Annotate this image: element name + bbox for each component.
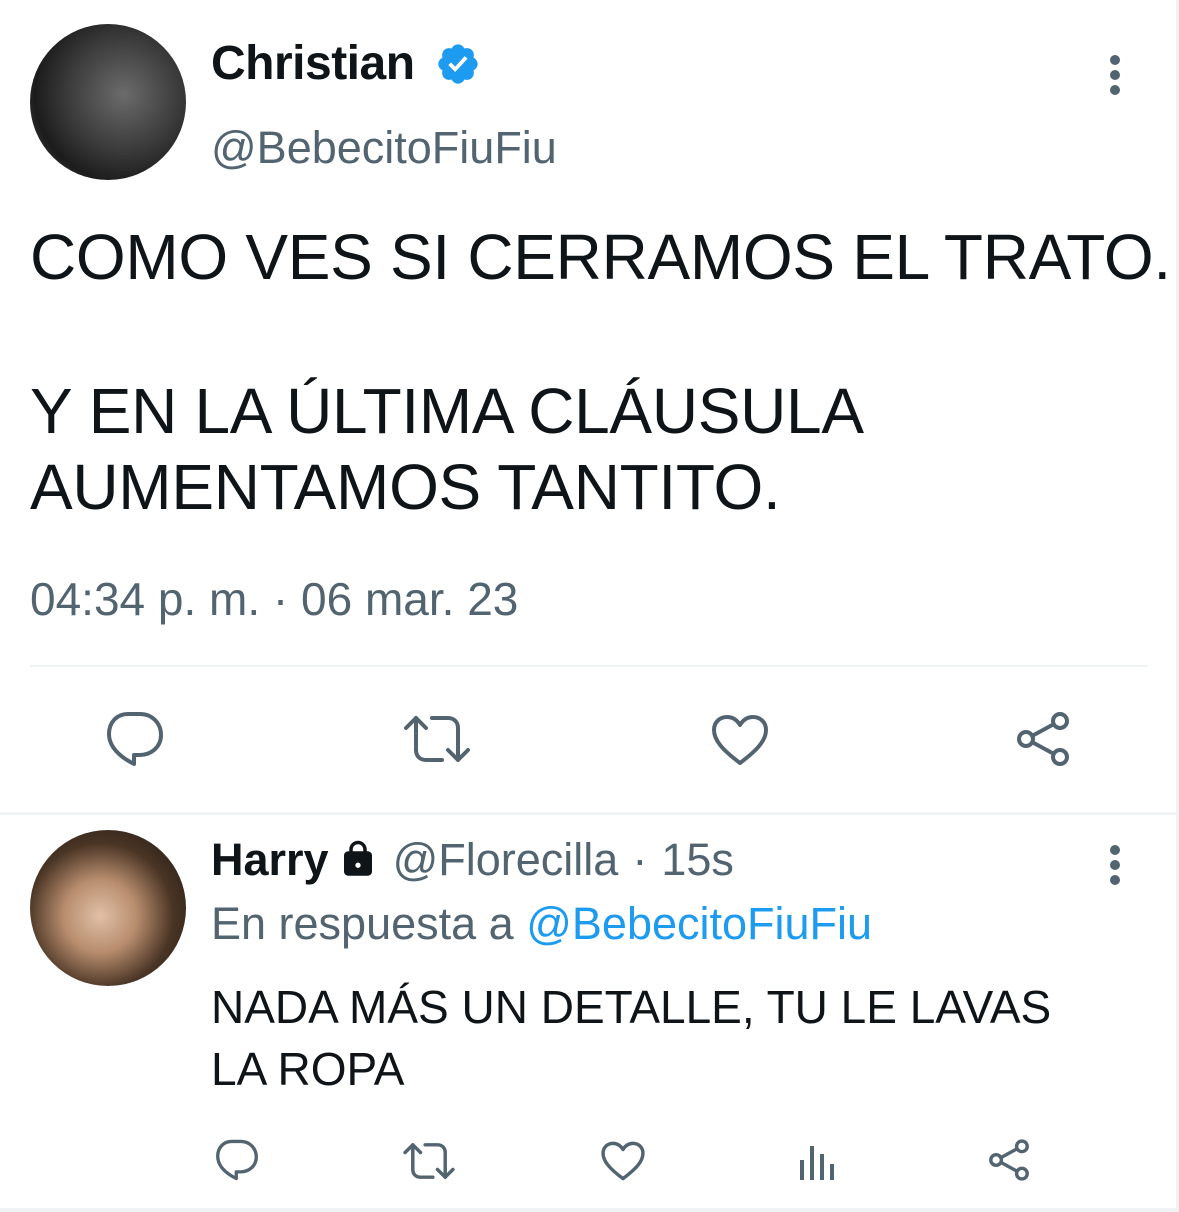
reply-icon[interactable]	[104, 710, 166, 768]
more-options-icon[interactable]	[1100, 52, 1130, 98]
reply-handle[interactable]: @Florecilla	[393, 834, 619, 886]
in-reply-to: En respuesta a @BebecitoFiuFiu	[211, 898, 872, 950]
like-icon[interactable]	[600, 1140, 646, 1182]
reply-header: Harry @Florecilla · 15s	[211, 834, 734, 886]
separator-dot: ·	[632, 834, 648, 885]
share-icon[interactable]	[986, 1138, 1032, 1182]
tweet-text-line: Y EN LA ÚLTIMA CLÁUSULA	[30, 375, 864, 447]
retweet-icon[interactable]	[402, 712, 472, 766]
reply-time[interactable]: 15s	[661, 834, 734, 886]
divider	[30, 665, 1148, 667]
verified-badge-icon	[435, 41, 481, 87]
retweet-icon[interactable]	[402, 1140, 456, 1182]
avatar-christian[interactable]	[30, 24, 186, 180]
reply-display-name[interactable]: Harry	[211, 834, 329, 886]
share-icon[interactable]	[1013, 710, 1073, 768]
main-tweet: Christian @BebecitoFiuFiu COMO VES SI CE…	[0, 0, 1179, 812]
lock-icon	[337, 839, 379, 881]
avatar-harry[interactable]	[30, 830, 186, 986]
main-name-row: Christian	[211, 36, 481, 91]
bottom-divider	[0, 1208, 1179, 1212]
tweet-timestamp[interactable]: 04:34 p. m. · 06 mar. 23	[30, 572, 518, 626]
in-reply-handle-link[interactable]: @BebecitoFiuFiu	[526, 898, 872, 949]
like-icon[interactable]	[710, 713, 770, 767]
analytics-icon[interactable]	[798, 1140, 838, 1182]
reply-text-line: LA ROPA	[211, 1043, 405, 1095]
section-divider	[0, 812, 1179, 815]
user-handle[interactable]: @BebecitoFiuFiu	[211, 122, 557, 174]
tweet-text-line: AUMENTAMOS TANTITO.	[30, 451, 781, 523]
tweet-text-line: COMO VES SI CERRAMOS EL TRATO.	[30, 221, 1171, 293]
more-options-icon[interactable]	[1100, 842, 1130, 888]
reply-icon[interactable]	[214, 1138, 260, 1182]
in-reply-prefix: En respuesta a	[211, 898, 514, 949]
display-name[interactable]: Christian	[211, 36, 415, 91]
reply-text-line: NADA MÁS UN DETALLE, TU LE LAVAS	[211, 981, 1052, 1033]
